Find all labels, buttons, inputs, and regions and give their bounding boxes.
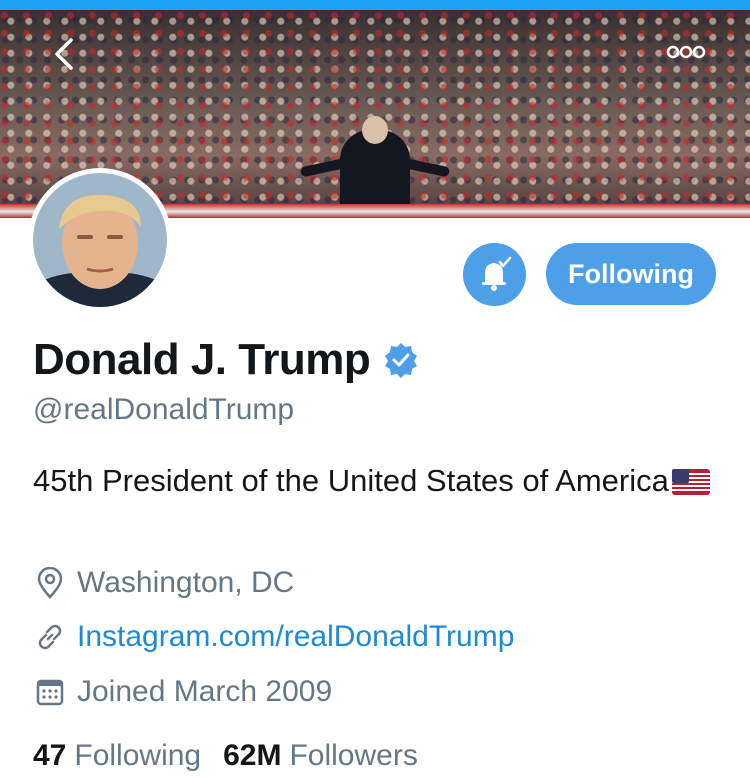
username-handle: @realDonaldTrump bbox=[33, 393, 295, 426]
following-count: 47 bbox=[33, 739, 67, 772]
display-name: Donald J. Trump bbox=[33, 335, 371, 384]
profile-avatar[interactable] bbox=[28, 168, 172, 312]
location-text: Washington, DC bbox=[77, 566, 295, 599]
following-count-link[interactable]: 47 Following bbox=[33, 739, 201, 773]
link-icon bbox=[33, 620, 67, 654]
us-flag-emoji bbox=[671, 462, 710, 508]
followers-count-link[interactable]: 62M Followers bbox=[223, 739, 418, 773]
avatar-photo bbox=[33, 173, 167, 307]
profile-website-link[interactable]: Instagram.com/realDonaldTrump bbox=[33, 617, 514, 657]
banner-speaker-head bbox=[362, 116, 388, 144]
profile-joined-date: Joined March 2009 bbox=[33, 672, 332, 712]
location-pin-icon bbox=[33, 566, 67, 600]
notification-bell-icon bbox=[481, 256, 511, 291]
profile-location: Washington, DC bbox=[33, 563, 294, 603]
notifications-bell-button[interactable] bbox=[463, 243, 526, 306]
follow-stats: 47 Following 62M Followers bbox=[33, 736, 418, 776]
followers-label: Followers bbox=[289, 739, 418, 772]
calendar-icon bbox=[33, 675, 67, 709]
verified-badge-icon bbox=[382, 341, 420, 379]
more-options-icon bbox=[666, 45, 706, 59]
back-button[interactable] bbox=[40, 30, 88, 78]
website-text[interactable]: Instagram.com/realDonaldTrump bbox=[77, 620, 514, 654]
chevron-left-icon bbox=[55, 38, 73, 70]
profile-bio: 45th President of the United States of A… bbox=[33, 458, 713, 508]
following-button[interactable]: Following bbox=[546, 243, 716, 305]
bio-text: 45th President of the United States of A… bbox=[33, 463, 669, 498]
following-label: Following bbox=[74, 739, 202, 772]
followers-count: 62M bbox=[223, 739, 282, 772]
name-row: Donald J. Trump bbox=[33, 334, 420, 386]
more-options-button[interactable] bbox=[656, 30, 716, 74]
status-bar-strip bbox=[0, 0, 750, 10]
joined-text: Joined March 2009 bbox=[77, 675, 333, 708]
